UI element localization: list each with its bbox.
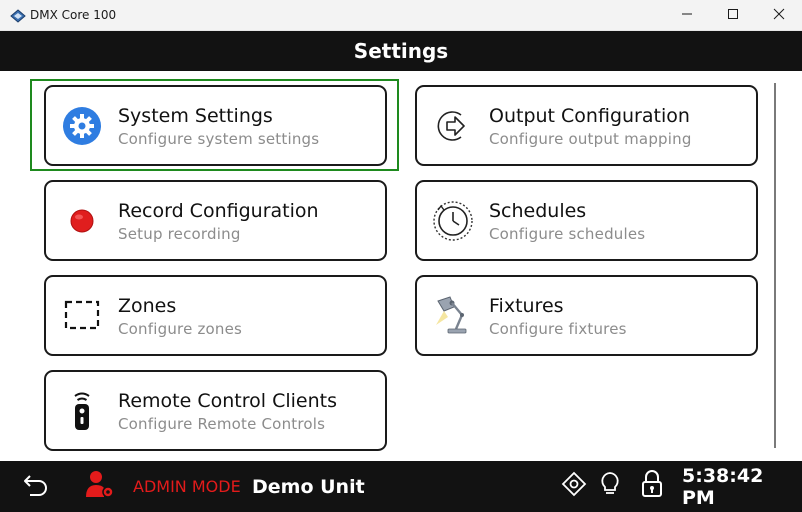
tile-subtitle: Setup recording	[118, 225, 241, 243]
lock-icon	[640, 469, 664, 504]
close-icon	[773, 7, 785, 25]
clock-text: 5:38:42 PM	[682, 464, 764, 509]
tile-zones[interactable]: Zones Configure zones	[44, 275, 387, 356]
record-icon	[60, 201, 104, 241]
bottom-status-bar: ADMIN MODE Demo Unit 5:38:42 PM	[0, 461, 802, 512]
dmx-diamond-icon	[10, 8, 26, 24]
tile-remote-control-clients[interactable]: Remote Control Clients Configure Remote …	[44, 370, 387, 451]
tile-title: System Settings	[118, 105, 273, 127]
settings-content: System Settings Configure system setting…	[0, 71, 802, 461]
tile-system-settings[interactable]: System Settings Configure system setting…	[44, 85, 387, 166]
admin-user-button[interactable]	[84, 461, 116, 512]
tile-subtitle: Configure system settings	[118, 130, 320, 148]
scrollbar[interactable]	[774, 83, 776, 448]
admin-mode-label: ADMIN MODE	[133, 461, 241, 512]
tile-subtitle: Configure output mapping	[489, 130, 692, 148]
close-button[interactable]	[756, 0, 802, 31]
tile-fixtures[interactable]: Fixtures Configure fixtures	[415, 275, 758, 356]
unit-name-label: Demo Unit	[252, 461, 365, 512]
zones-dashed-square-icon	[60, 296, 104, 336]
tile-subtitle: Configure Remote Controls	[118, 415, 326, 433]
tile-title: Output Configuration	[489, 105, 690, 127]
back-arrow-icon	[22, 470, 50, 503]
tile-title: Remote Control Clients	[118, 390, 337, 412]
page-title: Settings	[353, 39, 449, 63]
gear-icon	[60, 106, 104, 146]
app-header: Settings	[0, 31, 802, 71]
tile-subtitle: Configure fixtures	[489, 320, 627, 338]
tile-title: Record Configuration	[118, 200, 319, 222]
tile-subtitle: Configure schedules	[489, 225, 646, 243]
tile-record-configuration[interactable]: Record Configuration Setup recording	[44, 180, 387, 261]
lightbulb-icon	[598, 470, 622, 503]
tile-schedules[interactable]: Schedules Configure schedules	[415, 180, 758, 261]
maximize-icon	[727, 7, 739, 25]
admin-mode-text: ADMIN MODE	[133, 477, 241, 496]
schedule-clock-icon	[431, 201, 475, 241]
minimize-icon	[681, 7, 693, 25]
light-button[interactable]	[598, 461, 622, 512]
lock-button[interactable]	[640, 461, 664, 512]
minimize-button[interactable]	[664, 0, 710, 31]
position-button[interactable]	[561, 461, 587, 512]
output-arrow-icon	[431, 106, 475, 146]
tile-title: Fixtures	[489, 295, 564, 317]
lamp-fixture-icon	[431, 296, 475, 336]
maximize-button[interactable]	[710, 0, 756, 31]
tile-subtitle: Configure zones	[118, 320, 243, 338]
unit-name-text: Demo Unit	[252, 475, 365, 498]
back-button[interactable]	[22, 461, 50, 512]
remote-control-icon	[60, 391, 104, 431]
tile-title: Schedules	[489, 200, 587, 222]
tile-title: Zones	[118, 295, 177, 317]
window-titlebar: DMX Core 100	[0, 0, 802, 31]
clock-label: 5:38:42 PM	[682, 461, 802, 512]
tile-output-configuration[interactable]: Output Configuration Configure output ma…	[415, 85, 758, 166]
window-title: DMX Core 100	[30, 8, 117, 22]
position-target-icon	[561, 471, 587, 502]
admin-user-gear-icon	[84, 469, 116, 504]
